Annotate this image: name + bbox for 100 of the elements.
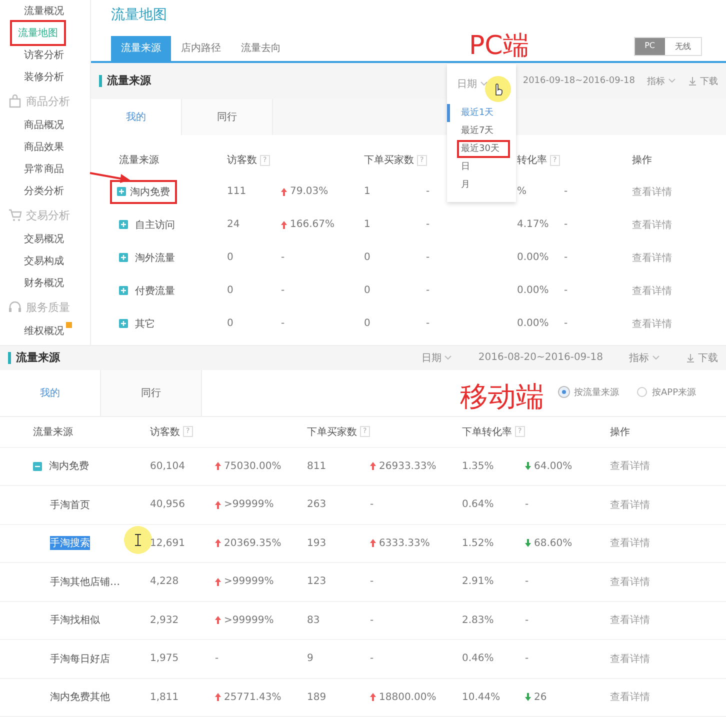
sidebar-item[interactable]: 装修分析 xyxy=(20,68,68,86)
table-cell: - xyxy=(370,614,374,626)
table-cell: - xyxy=(281,285,285,296)
sidebar-item[interactable]: 维权概况 xyxy=(20,322,68,340)
details-link[interactable]: 查看详情 xyxy=(610,574,650,589)
sidebar-item[interactable]: 交易构成 xyxy=(20,252,68,270)
menu-item[interactable]: 月 xyxy=(447,176,516,194)
tab[interactable]: 店内路径 xyxy=(171,36,231,61)
sidebar-item[interactable]: 交易概况 xyxy=(20,230,68,248)
sidebar-item[interactable]: 流量地图 xyxy=(12,22,64,44)
details-link[interactable]: 查看详情 xyxy=(610,536,650,550)
radio-button[interactable] xyxy=(636,387,647,398)
column-header: 访客数 xyxy=(150,426,180,438)
table-cell: 75030.00% xyxy=(224,460,282,472)
details-link[interactable]: 查看详情 xyxy=(632,184,672,198)
table-cell: 26 xyxy=(534,692,547,703)
tab[interactable]: 流量来源 xyxy=(111,36,171,61)
details-link[interactable]: 查看详情 xyxy=(610,690,650,704)
page-title: 流量地图 xyxy=(110,6,168,25)
table-cell: 26933.33% xyxy=(379,460,436,472)
row-label: 其它 xyxy=(135,318,155,330)
table-cell: - xyxy=(564,318,568,329)
row-label: 淘外流量 xyxy=(135,252,175,264)
table-cell: 9 xyxy=(307,653,314,664)
table-cell: 0 xyxy=(227,252,234,263)
row-label: 付费流量 xyxy=(135,284,175,298)
expand-icon[interactable] xyxy=(119,286,128,295)
table-cell: 12,691 xyxy=(150,538,185,549)
caret-icon xyxy=(652,354,660,361)
table-cell: 193 xyxy=(307,538,326,549)
sidebar-item[interactable]: 流量概况 xyxy=(20,2,68,20)
download-button[interactable]: 下载 xyxy=(686,350,718,365)
table-cell: - xyxy=(564,285,568,296)
sidebar-item[interactable]: 财务概况 xyxy=(20,274,68,292)
column-header: 流量来源 xyxy=(33,426,73,438)
details-link[interactable]: 查看详情 xyxy=(610,459,650,474)
table-cell: - xyxy=(564,219,568,230)
sidebar-item[interactable]: 分类分析 xyxy=(20,182,68,200)
details-link[interactable]: 查看详情 xyxy=(632,218,672,232)
collapse-icon[interactable] xyxy=(33,462,42,471)
table-cell: 20369.35% xyxy=(224,538,282,549)
tab[interactable]: 同行 xyxy=(101,370,202,416)
row-label: 淘内免费其他 xyxy=(50,690,110,704)
expand-icon[interactable] xyxy=(117,187,126,196)
menu-item[interactable]: 最近7天 xyxy=(447,122,516,140)
table-cell: 40,956 xyxy=(150,499,185,510)
cart-icon xyxy=(8,208,22,222)
table-cell: 0.64% xyxy=(462,499,494,510)
toggle-option[interactable]: PC xyxy=(634,38,665,55)
details-link[interactable]: 查看详情 xyxy=(610,652,650,666)
sidebar-item[interactable]: 商品概况 xyxy=(20,116,68,134)
details-link[interactable]: 查看详情 xyxy=(610,498,650,512)
details-link[interactable]: 查看详情 xyxy=(610,613,650,628)
tab[interactable]: 流量去向 xyxy=(231,36,291,61)
metrics-dropdown[interactable]: 指标 xyxy=(629,350,660,365)
tab[interactable]: 我的 xyxy=(91,99,182,135)
table-cell: 123 xyxy=(307,576,326,588)
details-link[interactable]: 查看详情 xyxy=(632,284,672,298)
table-cell: 2.83% xyxy=(462,614,494,626)
sidebar-item[interactable]: 商品效果 xyxy=(20,138,68,156)
table-cell: - xyxy=(564,186,568,197)
table-cell: - xyxy=(370,576,374,588)
menu-item[interactable]: 最近1天 xyxy=(447,104,516,122)
date-dropdown[interactable]: 日期 xyxy=(457,77,488,91)
radio-label[interactable]: 按流量来源 xyxy=(574,386,619,399)
column-header: 访客数 xyxy=(227,154,257,167)
table-cell: 68.60% xyxy=(534,538,572,549)
sidebar-item[interactable]: 异常商品 xyxy=(20,160,68,178)
download-button[interactable]: 下载 xyxy=(688,74,718,88)
menu-item[interactable]: 最近30天 xyxy=(457,140,510,158)
table-cell: - xyxy=(281,318,285,329)
expand-icon[interactable] xyxy=(119,319,128,328)
table-cell: - xyxy=(370,653,374,664)
table-cell: 2,932 xyxy=(150,614,179,626)
table-cell: 0 xyxy=(227,285,234,296)
menu-item[interactable]: 日 xyxy=(447,158,516,176)
section-title: 流量来源 xyxy=(8,352,60,364)
table-cell: 189 xyxy=(307,692,326,703)
column-header: 操作 xyxy=(610,426,630,438)
expand-icon[interactable] xyxy=(119,220,128,229)
column-header: 下单买家数 xyxy=(364,154,414,167)
table-cell: - xyxy=(426,252,430,263)
row-label: 自主访问 xyxy=(135,218,175,232)
date-dropdown[interactable]: 日期 xyxy=(421,350,452,365)
table-cell: 166.67% xyxy=(290,219,334,230)
caret-icon xyxy=(668,78,676,84)
caret-icon xyxy=(480,81,488,87)
row-label: 淘内免费 xyxy=(130,186,170,198)
table-cell: 0.00% xyxy=(517,252,549,263)
sidebar-heading: 商品分析 xyxy=(26,94,70,108)
radio-label[interactable]: 按APP来源 xyxy=(652,386,696,399)
details-link[interactable]: 查看详情 xyxy=(632,316,672,330)
table-cell: 79.03% xyxy=(290,186,328,197)
expand-icon[interactable] xyxy=(119,253,128,262)
details-link[interactable]: 查看详情 xyxy=(632,250,672,264)
metrics-dropdown[interactable]: 指标 xyxy=(647,74,676,88)
sidebar-item[interactable]: 访客分析 xyxy=(20,46,68,64)
table-cell: 25771.43% xyxy=(224,692,282,703)
table-cell: 1 xyxy=(364,186,370,197)
table-cell: 10.44% xyxy=(462,692,500,703)
